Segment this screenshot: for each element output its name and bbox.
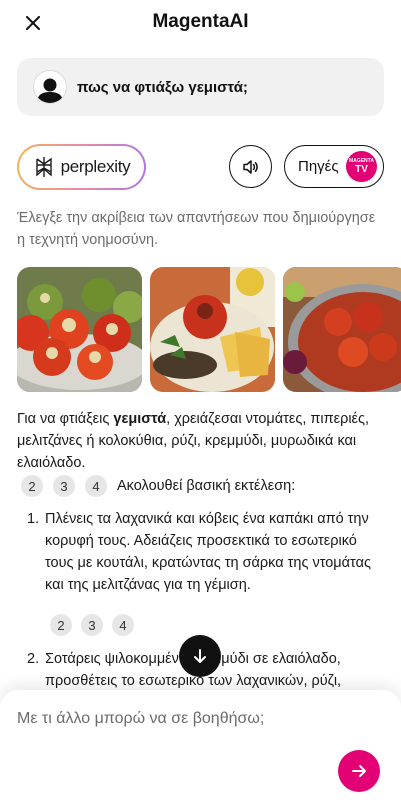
user-query-card: πως να φτιάξω γεμιστά; [17,58,384,116]
app-title: MagentaAI [152,11,249,32]
top-bar: MagentaAI [0,0,401,46]
scroll-to-bottom-button[interactable] [179,635,221,677]
answer-tools-row: perplexity Πηγές MAGENTA TV [17,144,384,190]
sources-button[interactable]: Πηγές MAGENTA TV [284,145,384,188]
arrow-down-icon [194,649,206,663]
send-button[interactable] [338,750,380,792]
message-composer [0,690,401,800]
answer-intro: Για να φτιάξεις γεμιστά, χρειάζεσαι ντομ… [17,411,370,471]
steps-lead-in: Ακολουθεί βασική εκτέλεση: [117,478,296,494]
step-1: 1. Πλένεις τα λαχανικά και κόβεις ένα κα… [27,511,371,593]
user-avatar-icon [33,70,67,104]
citation-row: 2 3 4 Ακολουθεί βασική εκτέλεση: [21,475,295,497]
stuffed-tomato-plate-image[interactable] [150,267,275,392]
stuffed-vegetables-tray-image[interactable] [283,267,401,392]
citation-chip[interactable]: 3 [81,614,103,636]
citation-chip[interactable]: 4 [85,475,107,497]
user-query-text: πως να φτιάξω γεμιστά; [77,78,248,96]
speaker-icon [242,159,258,174]
message-input[interactable] [17,710,337,728]
image-carousel[interactable] [17,267,401,392]
perplexity-button[interactable]: perplexity [17,144,146,190]
arrow-right-icon [352,765,366,777]
read-aloud-button[interactable] [229,145,272,188]
magenta-tv-logo-icon: MAGENTA TV [346,151,377,182]
perplexity-label: perplexity [60,157,131,176]
sources-label: Πηγές [298,158,339,175]
citation-chip[interactable]: 4 [112,614,134,636]
dish-name: γεμιστά [113,411,167,427]
citation-chip[interactable]: 3 [53,475,75,497]
citation-chip[interactable]: 2 [50,614,72,636]
ai-disclaimer: Έλεγξε την ακρίβεια των απαντήσεων που δ… [17,210,376,248]
citation-chip[interactable]: 2 [21,475,43,497]
perplexity-logo-icon [35,157,52,177]
citation-row: 2 3 4 [50,614,134,636]
stuffed-tomatoes-pot-image[interactable] [17,267,142,392]
